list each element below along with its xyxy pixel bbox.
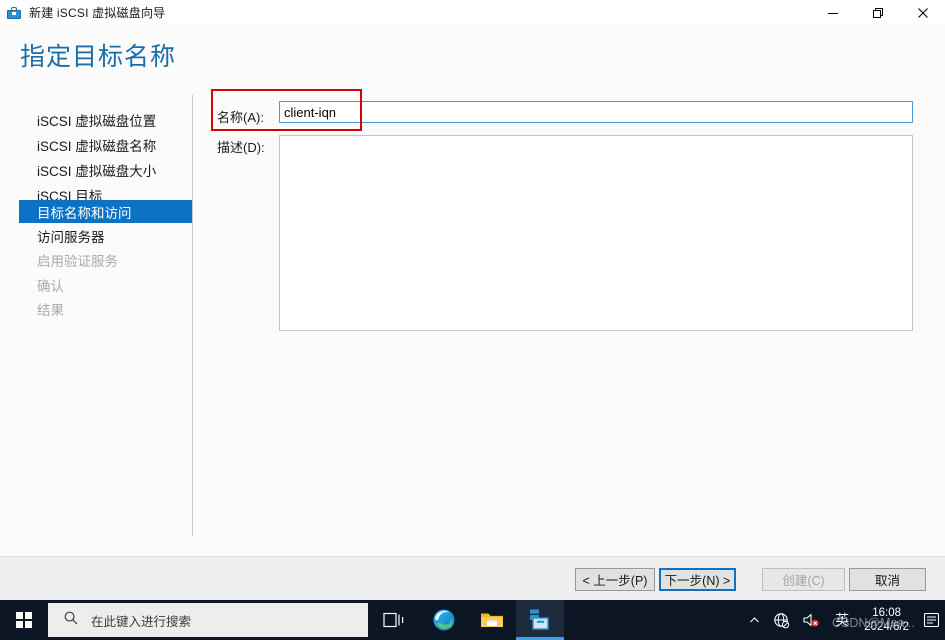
next-button[interactable]: 下一步(N) >	[659, 568, 736, 591]
ime-indicator[interactable]: 英	[826, 600, 858, 640]
name-field-label: 名称(A):	[217, 107, 264, 126]
search-input[interactable]: 在此键入进行搜索	[48, 603, 368, 637]
name-input[interactable]	[279, 101, 913, 123]
search-icon	[63, 610, 79, 631]
restore-icon[interactable]	[855, 0, 900, 25]
windows-start-icon[interactable]	[0, 600, 48, 640]
window-controls	[810, 0, 945, 25]
system-tray: 英 16:08 2024/6/2	[742, 600, 945, 640]
clock[interactable]: 16:08 2024/6/2	[858, 600, 917, 640]
file-explorer-icon[interactable]	[468, 600, 516, 640]
sidebar-item-vdisk-size[interactable]: iSCSI 虚拟磁盘大小	[19, 158, 192, 181]
screen: 新建 iSCSI 虚拟磁盘向导	[0, 0, 945, 640]
sidebar-item-enable-auth: 启用验证服务	[19, 248, 192, 271]
server-manager-icon	[6, 5, 22, 21]
previous-button[interactable]: < 上一步(P)	[575, 568, 655, 591]
sidebar-item-target-name-and-access[interactable]: 目标名称和访问	[19, 200, 192, 223]
page-header: 指定目标名称	[0, 25, 945, 88]
volume-muted-icon[interactable]	[796, 600, 826, 640]
iscsi-wizard-window: 新建 iSCSI 虚拟磁盘向导	[0, 0, 945, 600]
search-placeholder-text: 在此键入进行搜索	[91, 611, 191, 630]
sidebar-item-vdisk-name[interactable]: iSCSI 虚拟磁盘名称	[19, 133, 192, 156]
chevron-up-icon[interactable]	[742, 600, 767, 640]
sidebar-item-results: 结果	[19, 297, 192, 320]
taskbar: 在此键入进行搜索	[0, 600, 945, 640]
close-icon[interactable]	[900, 0, 945, 25]
description-input[interactable]	[279, 135, 913, 331]
wizard-content-pane: 名称(A): 描述(D):	[193, 88, 945, 556]
window-title: 新建 iSCSI 虚拟磁盘向导	[29, 4, 165, 21]
title-bar[interactable]: 新建 iSCSI 虚拟磁盘向导	[0, 0, 945, 25]
wizard-nav-pane: iSCSI 虚拟磁盘位置 iSCSI 虚拟磁盘名称 iSCSI 虚拟磁盘大小 i…	[0, 88, 193, 556]
description-field-label: 描述(D):	[217, 137, 265, 156]
clock-time: 16:08	[872, 606, 901, 620]
sidebar-item-access-servers[interactable]: 访问服务器	[19, 224, 192, 247]
server-manager-icon-taskbar[interactable]	[516, 600, 564, 640]
task-view-icon[interactable]	[370, 600, 418, 640]
clock-date: 2024/6/2	[864, 620, 909, 634]
page-title: 指定目标名称	[20, 37, 176, 73]
sidebar-item-confirmation: 确认	[19, 273, 192, 296]
create-button: 创建(C)	[762, 568, 845, 591]
minimize-icon[interactable]	[810, 0, 855, 25]
cancel-button[interactable]: 取消	[849, 568, 926, 591]
microsoft-edge-icon[interactable]	[420, 600, 468, 640]
action-center-icon[interactable]	[917, 600, 945, 640]
wizard-footer: < 上一步(P) 下一步(N) > 创建(C) 取消	[0, 556, 945, 600]
sidebar-item-vdisk-location[interactable]: iSCSI 虚拟磁盘位置	[19, 108, 192, 131]
network-restricted-icon[interactable]	[767, 600, 796, 640]
